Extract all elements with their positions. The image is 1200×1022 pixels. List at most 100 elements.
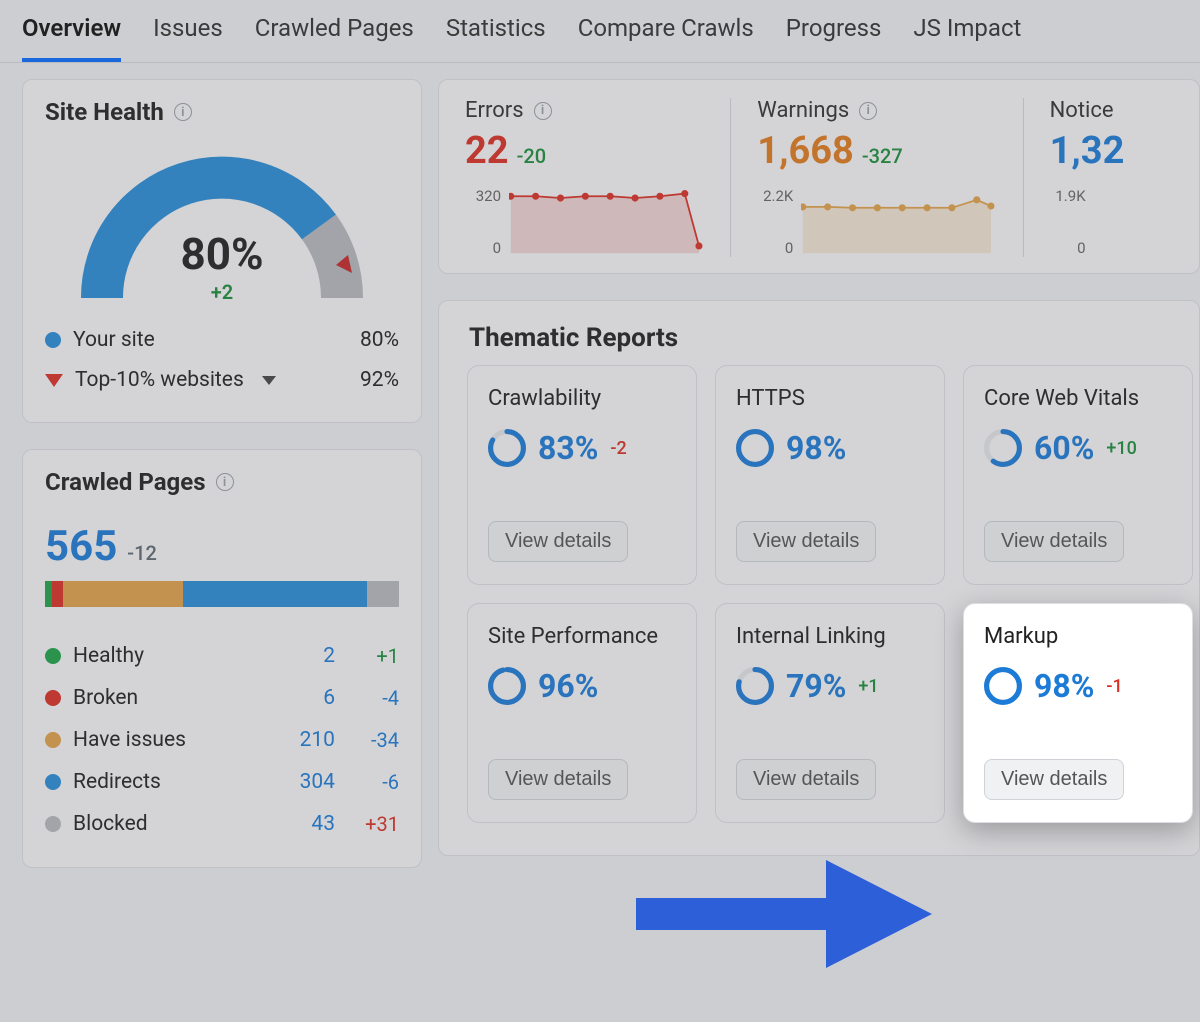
gauge: 80% +2 [45,126,399,320]
warnings-delta: -327 [862,144,903,168]
view-details-button[interactable]: View details [488,521,628,562]
axis-label: 1.9K [1050,187,1086,205]
crawled-row-label: Blocked [45,812,271,836]
info-icon[interactable]: i [174,103,192,121]
report-card-markup: Markup 98%-1View details [963,603,1193,823]
report-pct: 83% [538,429,598,467]
crawled-row-delta: -6 [339,770,399,794]
donut-icon [736,667,774,705]
crawled-value: 565 [45,522,117,571]
top10-pct: 92% [360,368,399,392]
crawled-row-num: 6 [275,686,335,710]
top10-selector[interactable]: Top-10% websites [45,368,276,392]
crawled-row-delta: +31 [339,812,399,836]
crawled-row: Redirects304-6 [45,761,399,803]
axis-label: 0 [465,239,501,257]
report-pct: 98% [786,429,846,467]
report-card-site-performance: Site Performance 96% View details [467,603,697,823]
crawled-row-label: Broken [45,686,271,710]
tab-statistics[interactable]: Statistics [446,14,546,58]
errors-sparkline [509,187,704,257]
axis-label: 0 [757,239,793,257]
crawled-row-delta: -34 [339,728,399,752]
tab-progress[interactable]: Progress [786,14,882,58]
report-delta: -1 [1106,676,1122,697]
info-icon[interactable]: i [859,102,877,120]
bar-segment [183,581,367,607]
site-health-card: Site Health i 80% [22,79,422,423]
dot-icon [45,816,61,832]
report-pct: 60% [1034,429,1094,467]
warnings-sparkline [801,187,996,257]
info-icon[interactable]: i [534,102,552,120]
axis-label: 2.2K [757,187,793,205]
crawled-row-label: Healthy [45,644,271,668]
view-details-button[interactable]: View details [984,759,1124,800]
report-title: Site Performance [488,624,676,649]
donut-icon [488,429,526,467]
crawled-row-num: 210 [275,728,335,752]
gauge-delta: +2 [180,280,263,304]
top10-label: Top-10% websites [75,368,244,392]
card-title-label: Site Health [45,98,164,126]
report-delta: +10 [1106,438,1136,459]
tab-crawled-pages[interactable]: Crawled Pages [255,14,414,58]
view-details-button[interactable]: View details [736,759,876,800]
view-details-button[interactable]: View details [984,521,1124,562]
report-pct: 79% [786,667,846,705]
report-title: Internal Linking [736,624,924,649]
report-card-internal-linking: Internal Linking 79% +1 View details [715,603,945,823]
report-card-https: HTTPS 98% View details [715,365,945,585]
thematic-reports-title: Thematic Reports [469,323,1177,353]
bar-segment [63,581,183,607]
site-health-title: Site Health i [45,98,192,126]
dot-icon [45,774,61,790]
report-card-core-web-vitals: Core Web Vitals 60% +10 View details [963,365,1193,585]
report-title: Core Web Vitals [984,386,1172,411]
crawled-row-num: 43 [275,812,335,836]
triangle-down-icon [45,374,63,387]
tab-compare-crawls[interactable]: Compare Crawls [578,14,754,58]
tab-js-impact[interactable]: JS Impact [913,14,1021,58]
report-pct: 98% [1034,667,1094,705]
crawled-row-label: Redirects [45,770,271,794]
warnings-value: 1,668 [757,129,854,173]
view-details-button[interactable]: View details [488,759,628,800]
donut-icon [984,667,1022,705]
crawled-row: Have issues210-34 [45,719,399,761]
report-title: HTTPS [736,386,924,411]
tabs-bar: Overview Issues Crawled Pages Statistics Com… [0,0,1200,63]
dot-icon [45,690,61,706]
report-delta: -2 [610,438,626,459]
dot-icon [45,332,61,348]
crawled-row-label: Have issues [45,728,271,752]
dot-icon [45,648,61,664]
crawled-delta: -12 [127,541,157,565]
crawled-row-delta: +1 [339,644,399,668]
report-pct: 96% [538,667,598,705]
tab-overview[interactable]: Overview [22,14,121,62]
bar-segment [52,581,63,607]
warnings-label: Warnings [757,98,849,123]
axis-label: 320 [465,187,501,205]
chevron-down-icon [262,376,276,385]
crawled-row: Blocked43+31 [45,803,399,845]
crawled-row: Broken6-4 [45,677,399,719]
info-icon[interactable]: i [216,473,234,491]
notices-label: Notice [1050,98,1114,123]
donut-icon [488,667,526,705]
tab-issues[interactable]: Issues [153,14,223,58]
crawled-row-delta: -4 [339,686,399,710]
view-details-button[interactable]: View details [736,521,876,562]
report-delta: +1 [858,676,878,697]
issues-summary-card: Errors i 22 -20 320 0 [438,79,1200,274]
thematic-reports-card: Thematic Reports Crawlability 83% -2 View … [438,300,1200,856]
your-site-pct: 80% [360,328,399,352]
report-title: Crawlability [488,386,676,411]
donut-icon [984,429,1022,467]
bar-segment [45,581,52,607]
crawled-row: Healthy2+1 [45,635,399,677]
errors-label: Errors [465,98,524,123]
bar-segment [367,581,399,607]
axis-label: 0 [1050,239,1086,257]
